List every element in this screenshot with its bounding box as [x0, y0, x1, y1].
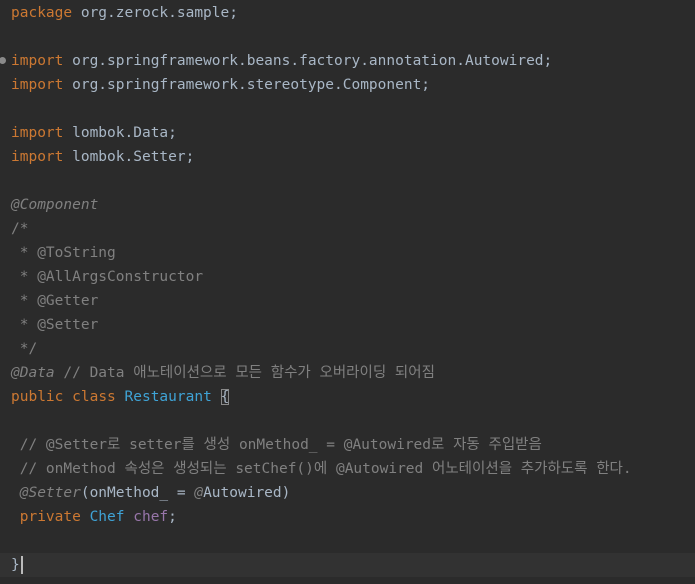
code-line[interactable]: private Chef chef; — [0, 505, 695, 529]
code-token: import — [11, 125, 64, 141]
code-line[interactable]: public class Restaurant { — [0, 385, 695, 409]
code-line-text: package org.zerock.sample; — [11, 1, 238, 25]
code-token: * @Getter — [11, 293, 99, 309]
code-token: @Component — [11, 197, 99, 213]
code-line[interactable]: import org.springframework.stereotype.Co… — [0, 73, 695, 97]
code-token: @Setter — [19, 485, 81, 501]
code-line[interactable]: // @Setter로 setter를 생성 onMethod_ = @Auto… — [0, 433, 695, 457]
code-line[interactable]: import lombok.Setter; — [0, 145, 695, 169]
code-line[interactable]: * @AllArgsConstructor — [0, 265, 695, 289]
matched-brace: { — [220, 389, 230, 405]
code-token: Autowired) — [203, 485, 291, 501]
code-line[interactable]: // onMethod 속성은 생성되는 setChef()에 @Autowir… — [0, 457, 695, 481]
code-line[interactable]: import lombok.Data; — [0, 121, 695, 145]
code-token: @ — [194, 485, 204, 501]
code-editor[interactable]: package org.zerock.sample; import org.spr… — [0, 0, 695, 584]
code-line[interactable] — [0, 25, 695, 49]
code-token: package — [11, 5, 73, 21]
code-token: (onMethod_ = — [80, 485, 195, 501]
code-line-text: // onMethod 속성은 생성되는 setChef()에 @Autowir… — [11, 457, 632, 481]
code-line-text: * @Setter — [11, 313, 99, 337]
code-line[interactable]: * @ToString — [0, 241, 695, 265]
code-line-text: private Chef chef; — [11, 505, 177, 529]
code-line-text: public class Restaurant { — [11, 385, 230, 409]
text-caret — [20, 556, 23, 574]
code-line-text: import org.springframework.stereotype.Co… — [11, 73, 430, 97]
code-line[interactable]: /* — [0, 217, 695, 241]
code-line-text: * @Getter — [11, 289, 99, 313]
code-line-text: * @AllArgsConstructor — [11, 265, 203, 289]
code-token: lombok.Data; — [63, 125, 177, 141]
code-token: */ — [11, 341, 38, 357]
code-token: * @ToString — [11, 245, 116, 261]
code-token: import — [11, 149, 64, 165]
code-token: * @AllArgsConstructor — [11, 269, 204, 285]
code-token: import — [11, 77, 64, 93]
code-line-text: import org.springframework.beans.factory… — [11, 49, 552, 73]
code-token: private — [19, 509, 81, 525]
code-token: import — [11, 53, 64, 69]
code-line[interactable]: import org.springframework.beans.factory… — [0, 49, 695, 73]
code-token: class — [72, 389, 116, 405]
code-token: org.zerock.sample; — [72, 5, 238, 21]
code-line-text: import lombok.Data; — [11, 121, 177, 145]
code-token: chef — [133, 509, 169, 525]
code-token: Chef — [89, 509, 125, 525]
code-token: /* — [11, 221, 29, 237]
code-token: @Data — [11, 365, 55, 381]
code-line[interactable]: package org.zerock.sample; — [0, 1, 695, 25]
code-line-text: @Data // Data 애노테이션으로 모든 함수가 오버라이딩 되어짐 — [11, 361, 435, 385]
code-token: lombok.Setter; — [63, 149, 195, 165]
code-line-text: // @Setter로 setter를 생성 onMethod_ = @Auto… — [11, 433, 542, 457]
code-line[interactable]: */ — [0, 337, 695, 361]
code-line[interactable]: } — [0, 553, 695, 577]
code-line[interactable]: @Component — [0, 193, 695, 217]
code-line-text: } — [11, 553, 23, 577]
code-token: public — [11, 389, 64, 405]
code-line[interactable]: @Setter(onMethod_ = @Autowired) — [0, 481, 695, 505]
code-line[interactable] — [0, 409, 695, 433]
code-line-text: /* — [11, 217, 28, 241]
fold-marker-icon[interactable] — [0, 57, 6, 64]
code-line[interactable]: @Data // Data 애노테이션으로 모든 함수가 오버라이딩 되어짐 — [0, 361, 695, 385]
code-line-text: */ — [11, 337, 37, 361]
code-line[interactable] — [0, 529, 695, 553]
code-line[interactable] — [0, 169, 695, 193]
code-token: org.springframework.stereotype.Component… — [63, 77, 431, 93]
code-token: ; — [168, 509, 177, 525]
code-token: Restaurant — [124, 389, 212, 405]
code-line[interactable] — [0, 97, 695, 121]
code-token: // @Setter로 setter를 생성 onMethod_ = @Auto… — [11, 437, 542, 453]
code-token: } — [11, 557, 20, 573]
code-line-text: * @ToString — [11, 241, 116, 265]
code-line-text: import lombok.Setter; — [11, 145, 194, 169]
code-token: // onMethod 속성은 생성되는 setChef()에 @Autowir… — [11, 461, 632, 477]
code-line-text: @Setter(onMethod_ = @Autowired) — [11, 481, 291, 505]
code-line[interactable]: * @Setter — [0, 313, 695, 337]
code-line[interactable]: * @Getter — [0, 289, 695, 313]
code-token: * @Setter — [11, 317, 99, 333]
code-token: org.springframework.beans.factory.annota… — [63, 53, 553, 69]
code-token: // Data 애노테이션으로 모든 함수가 오버라이딩 되어짐 — [54, 365, 435, 381]
code-line-text: @Component — [11, 193, 98, 217]
